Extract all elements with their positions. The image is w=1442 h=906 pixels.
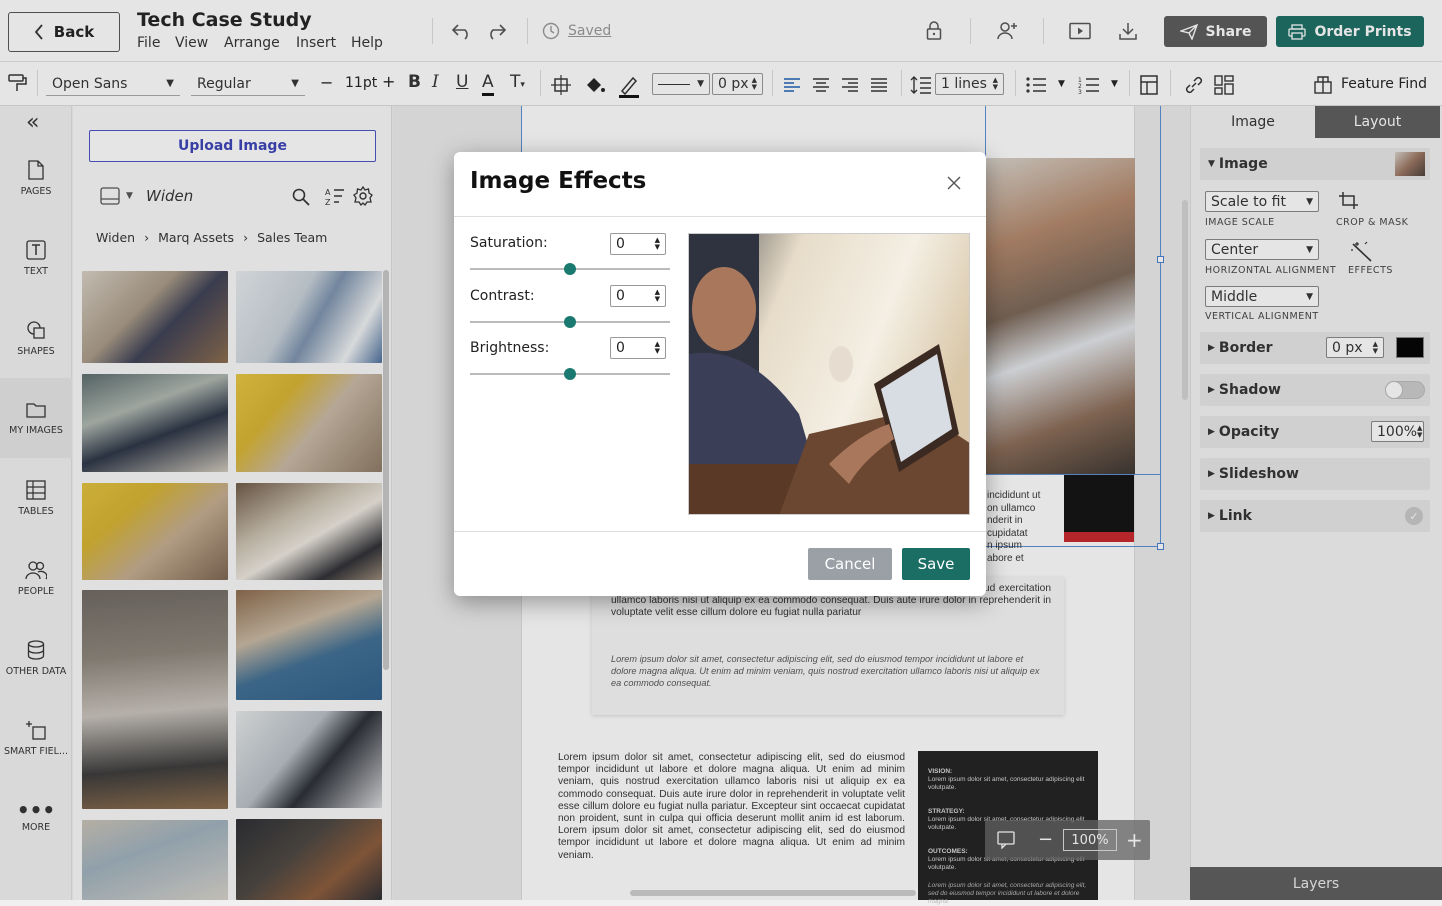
saturation-input[interactable]: 0 ▲ ▼: [610, 233, 666, 255]
saturation-slider-handle[interactable]: [564, 263, 576, 275]
contrast-label: Contrast:: [470, 288, 535, 304]
divider: [454, 531, 986, 532]
stepper-icon[interactable]: ▲ ▼: [655, 341, 660, 355]
dialog-title: Image Effects: [470, 168, 647, 194]
contrast-slider-handle[interactable]: [564, 316, 576, 328]
brightness-slider-handle[interactable]: [564, 368, 576, 380]
contrast-input[interactable]: 0 ▲ ▼: [610, 285, 666, 307]
saturation-label: Saturation:: [470, 235, 548, 251]
brightness-value: 0: [616, 340, 625, 356]
cancel-button[interactable]: Cancel: [808, 548, 892, 580]
divider: [454, 216, 986, 217]
preview-photo: [689, 234, 969, 514]
save-button[interactable]: Save: [902, 548, 970, 580]
effects-preview-image: [688, 233, 970, 515]
contrast-value: 0: [616, 288, 625, 304]
stepper-icon[interactable]: ▲ ▼: [655, 237, 660, 251]
stepper-icon[interactable]: ▲ ▼: [655, 289, 660, 303]
brightness-label: Brightness:: [470, 340, 550, 356]
close-icon[interactable]: [947, 176, 961, 190]
saturation-value: 0: [616, 236, 625, 252]
image-effects-dialog: Image Effects Saturation: 0 ▲ ▼ Contrast: …: [454, 152, 986, 596]
brightness-input[interactable]: 0 ▲ ▼: [610, 337, 666, 359]
